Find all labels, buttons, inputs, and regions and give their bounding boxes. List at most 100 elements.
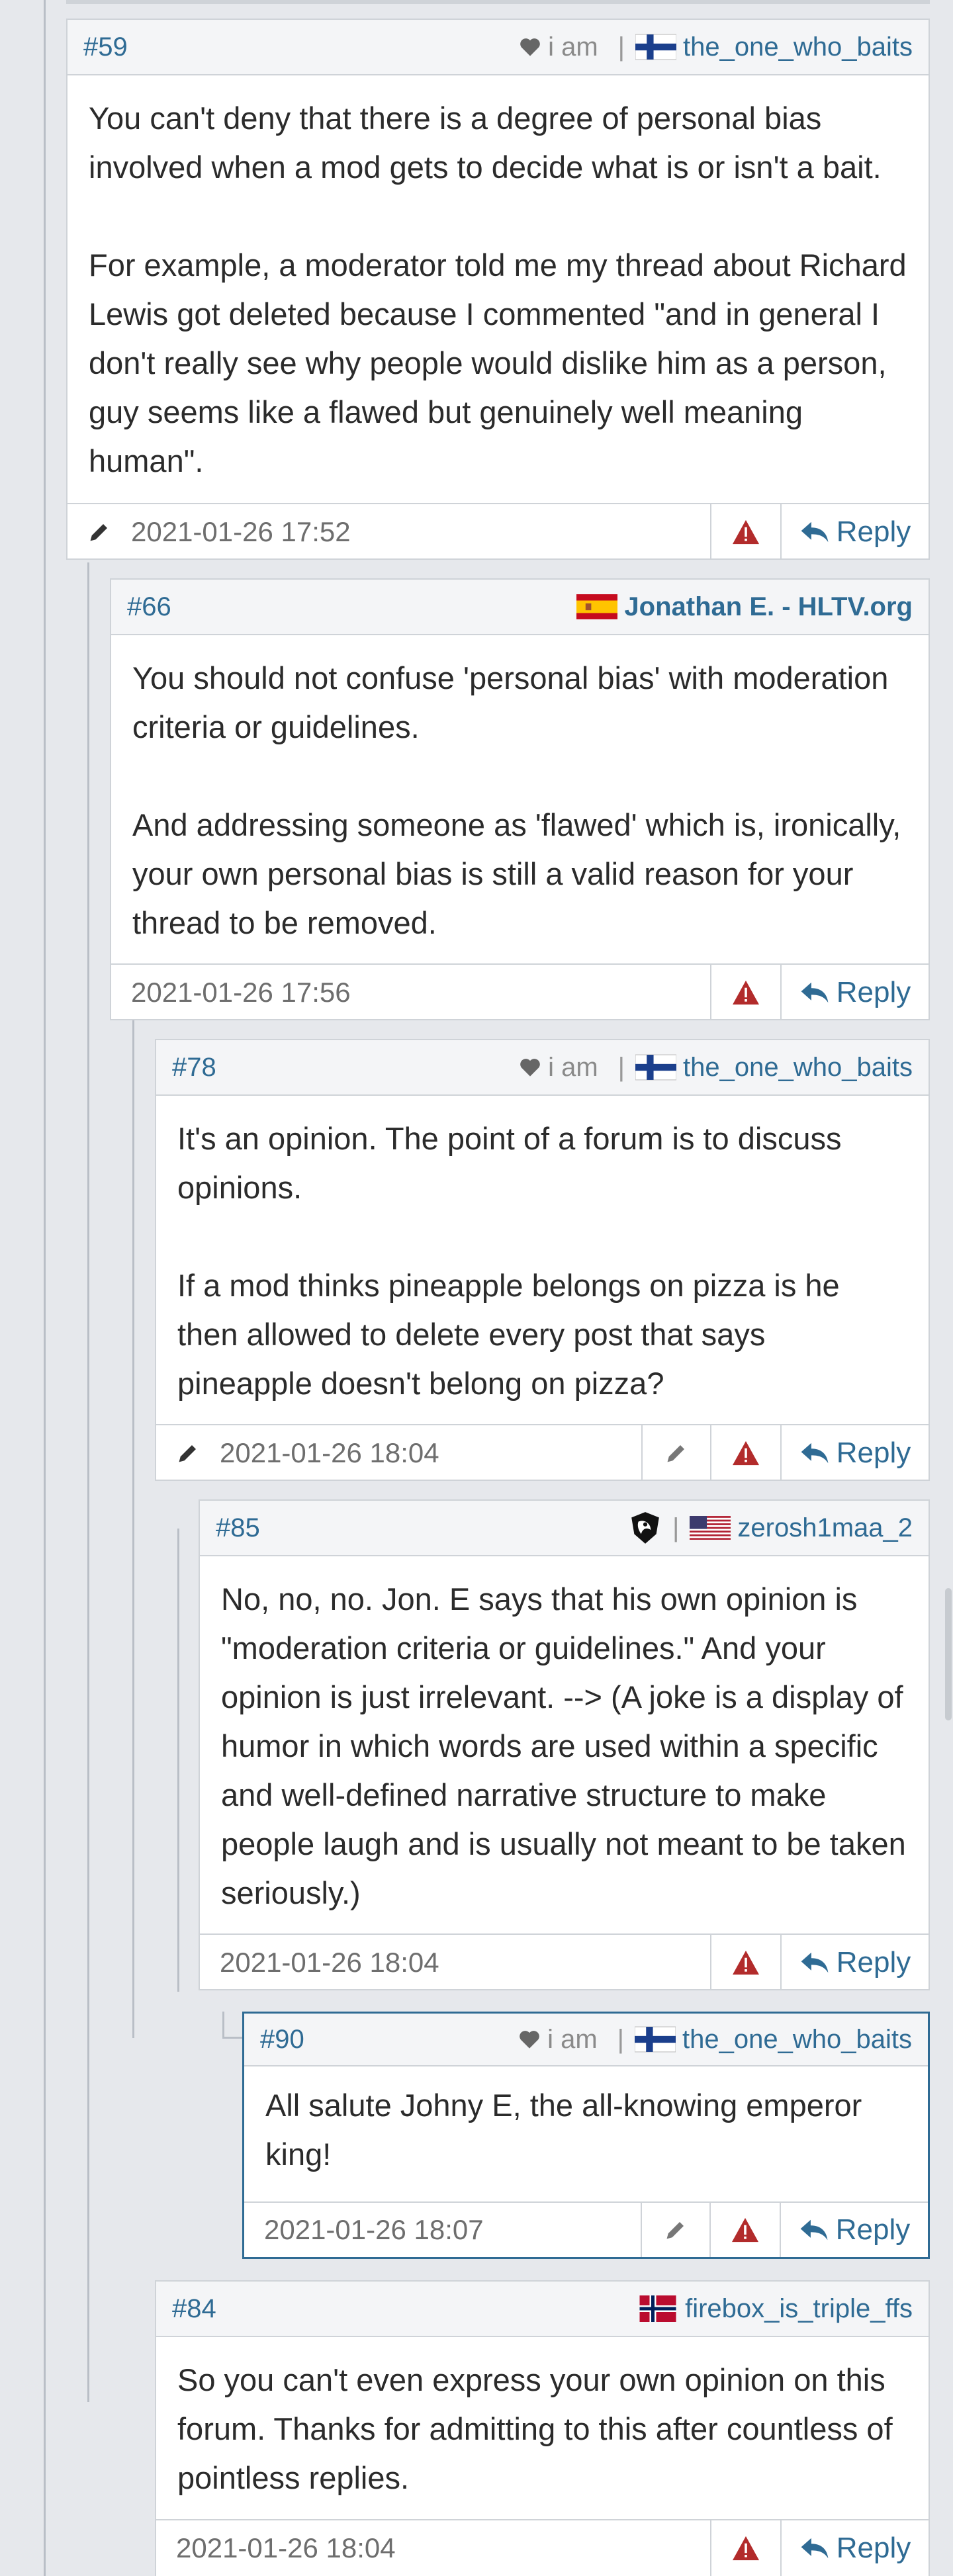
post-paragraph: You should not confuse 'personal bias' w…: [132, 660, 889, 744]
report-button[interactable]: [710, 1935, 780, 1990]
username-link[interactable]: zerosh1maa_2: [690, 1513, 913, 1543]
report-button[interactable]: [709, 2203, 780, 2257]
post-paragraph: No, no, no. Jon. E says that his own opi…: [221, 1581, 906, 1910]
reply-button[interactable]: Reply: [780, 2520, 929, 2576]
reply-label: Reply: [835, 2213, 911, 2246]
heart-icon: [520, 38, 540, 56]
reply-button[interactable]: Reply: [780, 965, 929, 1020]
warning-icon: [733, 519, 759, 545]
reply-button[interactable]: Reply: [780, 504, 929, 560]
comment-post: #84 firebox_is_triple_ffs So you can't e…: [155, 2280, 930, 2576]
username-link[interactable]: the_one_who_baits: [635, 2025, 912, 2055]
post-paragraph: If a mod thinks pineapple belongs on piz…: [177, 1268, 840, 1401]
thread-guide-line: [222, 2012, 224, 2038]
reply-button[interactable]: Reply: [780, 1425, 929, 1481]
post-footer: 2021-01-26 18:04 Reply: [200, 1933, 929, 1990]
warning-icon: [733, 1441, 759, 1466]
username-text: Jonathan E. - HLTV.org: [624, 592, 913, 621]
user-note: i am: [519, 1053, 598, 1083]
comment-post: #78 i am | the_one_who_baits It's an opi…: [155, 1039, 930, 1481]
post-number-link[interactable]: #59: [83, 32, 128, 62]
post-footer: 2021-01-26 18:04 Reply: [156, 1424, 929, 1481]
heart-icon: [520, 2031, 539, 2049]
report-button[interactable]: [710, 504, 780, 560]
edit-button[interactable]: [641, 1425, 710, 1481]
post-timestamp: 2021-01-26 17:56: [131, 977, 351, 1008]
user-note: i am: [519, 32, 598, 62]
post-body: You should not confuse 'personal bias' w…: [111, 635, 929, 963]
comment-post: #59 i am | the_one_who_baits You can't d…: [66, 19, 930, 560]
separator: |: [617, 2024, 625, 2054]
username-link[interactable]: the_one_who_baits: [635, 32, 913, 62]
post-timestamp: 2021-01-26 18:07: [264, 2214, 484, 2245]
user-note-text: i am: [548, 1052, 598, 1082]
reply-icon: [801, 521, 829, 543]
post-meta: 2021-01-26 17:52: [68, 504, 710, 560]
post-header: #59 i am | the_one_who_baits: [68, 20, 929, 75]
user-note-text: i am: [547, 2024, 598, 2054]
reply-button[interactable]: Reply: [780, 1935, 929, 1990]
reply-icon: [801, 2538, 829, 2559]
finland-flag-icon: [635, 1054, 677, 1081]
username-link[interactable]: the_one_who_baits: [635, 1053, 913, 1083]
user-note: i am: [518, 2025, 598, 2055]
reply-button[interactable]: Reply: [780, 2203, 928, 2257]
reply-icon: [801, 1443, 829, 1464]
post-number-link[interactable]: #90: [260, 2025, 304, 2055]
post-footer: 2021-01-26 17:56 Reply: [111, 963, 929, 1020]
pencil-icon: [179, 1445, 196, 1462]
post-body: You can't deny that there is a degree of…: [68, 75, 929, 503]
reply-icon: [800, 2219, 828, 2241]
user-note-text: i am: [548, 32, 598, 62]
spain-flag-icon: [576, 594, 618, 619]
norway-flag-icon: [639, 2295, 676, 2322]
post-header: #78 i am | the_one_who_baits: [156, 1040, 929, 1096]
post-timestamp: 2021-01-26 18:04: [220, 1947, 439, 1978]
finland-flag-icon: [635, 34, 677, 60]
post-header: #84 firebox_is_triple_ffs: [156, 2282, 929, 2337]
username-text: zerosh1maa_2: [737, 1513, 913, 1542]
liquid-team-icon[interactable]: [629, 1511, 662, 1545]
thread-guide-line: [222, 2037, 242, 2039]
post-number-link[interactable]: #66: [127, 592, 171, 622]
post-meta: 2021-01-26 18:04: [200, 1935, 710, 1990]
post-timestamp: 2021-01-26 18:04: [220, 1437, 439, 1468]
reply-icon: [801, 1952, 829, 1973]
report-button[interactable]: [710, 965, 780, 1020]
post-body: So you can't even express your own opini…: [156, 2337, 929, 2519]
warning-icon: [732, 2217, 758, 2243]
username-text: the_one_who_baits: [683, 32, 913, 62]
report-button[interactable]: [710, 1425, 780, 1481]
post-footer: 2021-01-26 18:07 Reply: [244, 2201, 928, 2257]
scrollbar-thumb[interactable]: [945, 1588, 952, 1720]
post-header: #85 | zerosh1maa_2: [200, 1501, 929, 1556]
username-link[interactable]: firebox_is_triple_ffs: [637, 2294, 913, 2324]
post-paragraph: All salute Johny E, the all-knowing empe…: [265, 2088, 862, 2172]
post-number-link[interactable]: #84: [172, 2294, 216, 2324]
edit-button[interactable]: [641, 2203, 709, 2257]
thread-guide-line: [177, 1529, 179, 1992]
thread-guide-line: [66, 0, 930, 4]
post-number-link[interactable]: #85: [216, 1513, 260, 1543]
pencil-icon: [667, 1445, 684, 1462]
report-button[interactable]: [710, 2520, 780, 2576]
pencil-icon: [666, 2222, 684, 2239]
post-footer: 2021-01-26 17:52 Reply: [68, 503, 929, 560]
post-paragraph: For example, a moderator told me my thre…: [89, 247, 907, 478]
post-timestamp: 2021-01-26 18:04: [176, 2532, 396, 2563]
post-timestamp: 2021-01-26 17:52: [131, 516, 351, 547]
post-header: #66 Jonathan E. - HLTV.org: [111, 580, 929, 635]
separator: |: [617, 32, 625, 62]
reply-label: Reply: [836, 515, 911, 548]
warning-icon: [733, 2536, 759, 2561]
post-paragraph: And addressing someone as 'flawed' which…: [132, 807, 901, 940]
post-number-link[interactable]: #78: [172, 1053, 216, 1083]
username-link[interactable]: Jonathan E. - HLTV.org: [576, 592, 913, 622]
username-text: firebox_is_triple_ffs: [685, 2293, 913, 2323]
reply-label: Reply: [836, 1946, 911, 1978]
post-paragraph: So you can't even express your own opini…: [177, 2362, 893, 2495]
username-text: the_one_who_baits: [683, 1052, 913, 1082]
post-meta: 2021-01-26 17:56: [111, 965, 710, 1020]
heart-icon: [520, 1059, 540, 1077]
post-meta: 2021-01-26 18:07: [244, 2203, 641, 2257]
